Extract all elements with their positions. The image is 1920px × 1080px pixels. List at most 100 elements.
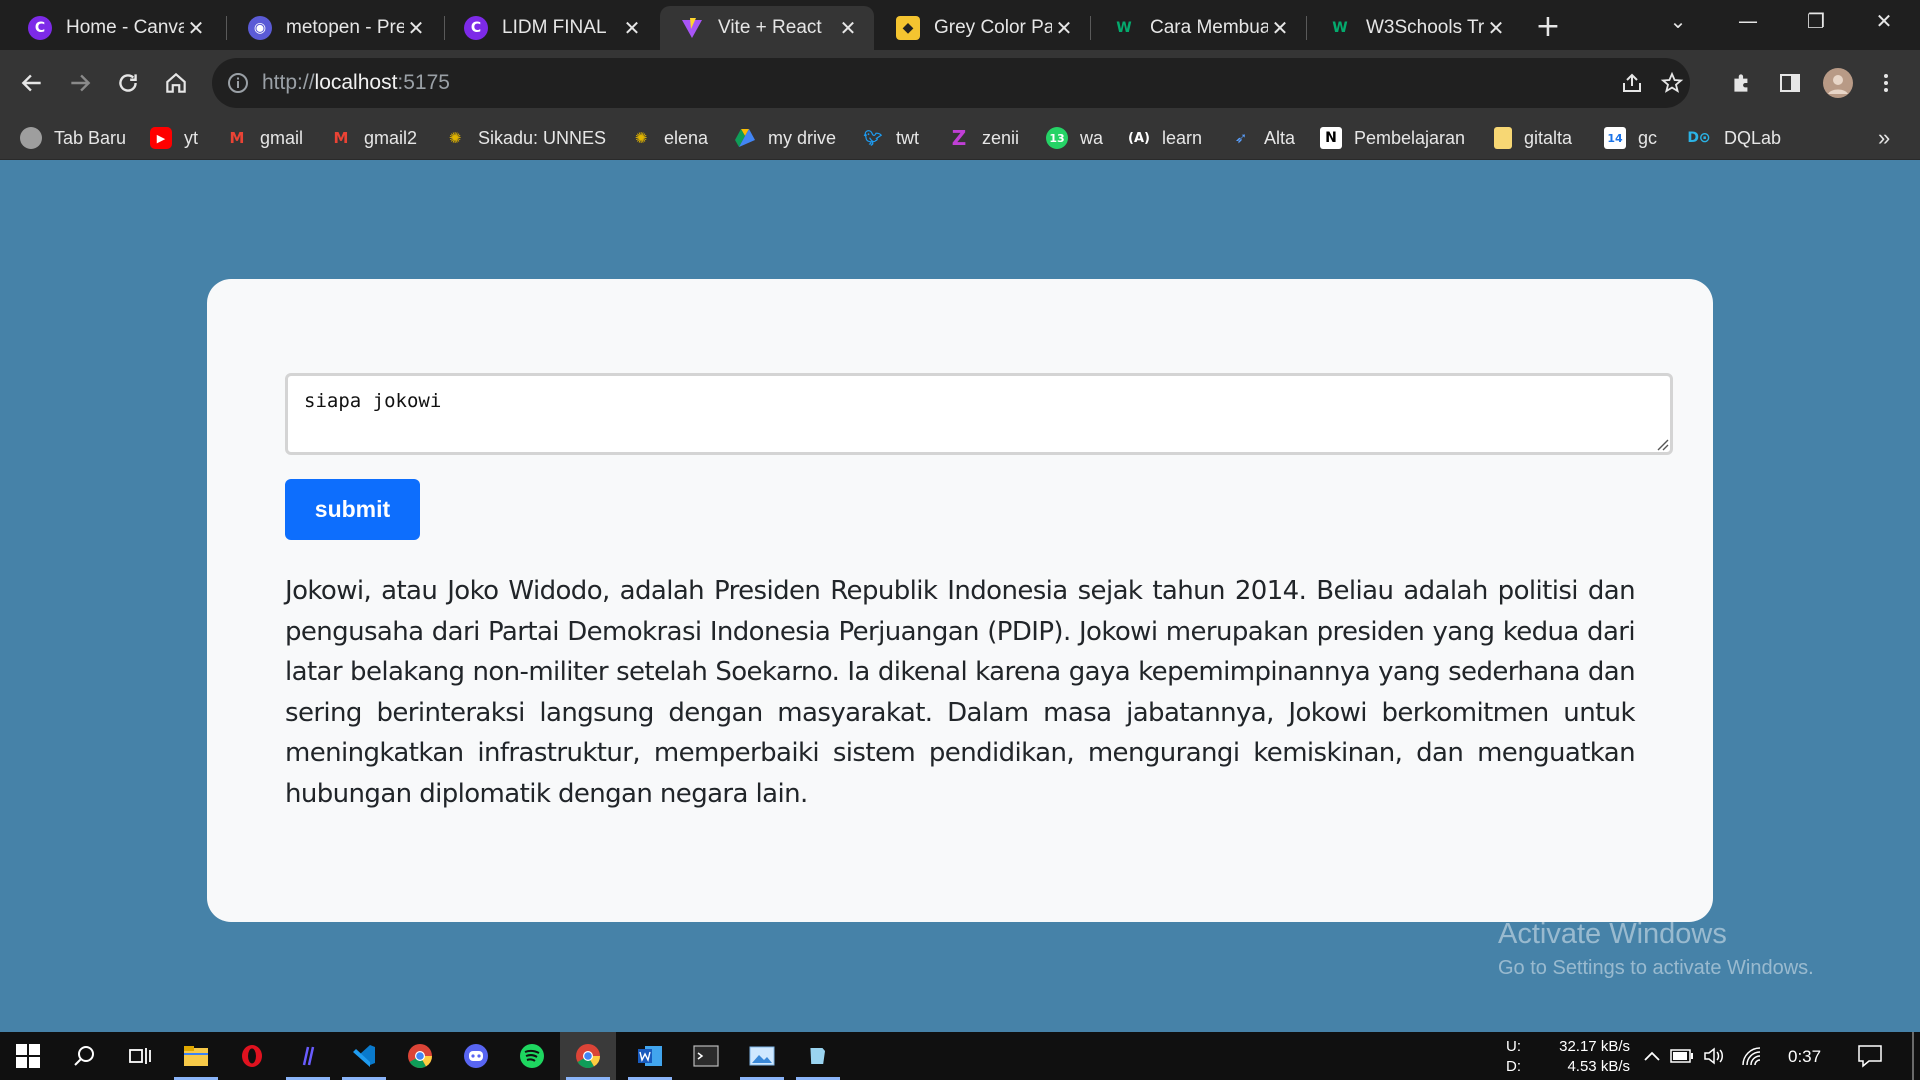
action-center-button[interactable] — [1844, 1032, 1896, 1080]
search-button[interactable] — [56, 1032, 112, 1080]
restore-button[interactable]: ❐ — [1782, 0, 1850, 44]
canva-icon: C — [464, 16, 488, 40]
clock[interactable]: 0:37 — [1788, 1047, 1821, 1067]
tab-grey-color-palette[interactable]: ◆ Grey Color Pal ✕ — [876, 6, 1090, 50]
close-window-button[interactable]: ✕ — [1850, 0, 1918, 44]
bookmark-label: gc — [1638, 127, 1658, 148]
tab-title: Home - Canva — [66, 17, 184, 38]
photos-taskbar[interactable] — [734, 1032, 790, 1080]
tab-cara-membuat[interactable]: W Cara Membua ✕ — [1092, 6, 1306, 50]
puzzle-icon — [1734, 74, 1748, 92]
bookmark-zenii[interactable]: Zzenii — [948, 124, 1019, 152]
taskbar: U: D: 32.17 kB/s 4.53 kB/s 0:37 — [0, 1032, 1920, 1080]
task-view-button[interactable] — [112, 1032, 168, 1080]
close-icon[interactable]: ✕ — [1268, 16, 1292, 40]
url-text: http://localhost:5175 — [262, 71, 450, 95]
net-upload-speed: 32.17 kB/s — [1559, 1038, 1630, 1055]
address-bar[interactable]: http://localhost:5175 — [212, 58, 1690, 108]
bookmark-yt[interactable]: ▶ yt — [150, 124, 198, 152]
tab-vite-react[interactable]: Vite + React ✕ — [660, 6, 874, 50]
twitter-icon: 🐦︎ — [863, 129, 883, 147]
code-editor-taskbar[interactable] — [280, 1032, 336, 1080]
bookmark-label: Pembelajaran — [1354, 127, 1466, 148]
bookmark-label: gmail — [260, 127, 304, 148]
discord-taskbar[interactable] — [448, 1032, 504, 1080]
tab-search-chevron-icon[interactable]: ⌄ — [1644, 0, 1712, 44]
bookmark-sikadu[interactable]: ✺ Sikadu: UNNES — [444, 124, 606, 152]
show-desktop-button[interactable] — [1912, 1032, 1914, 1080]
new-tab-button[interactable]: + — [1530, 10, 1566, 46]
bookmark-elena[interactable]: ✺ elena — [630, 124, 708, 152]
opera-taskbar[interactable] — [224, 1032, 280, 1080]
youtube-icon: ▶ — [150, 127, 172, 149]
terminal-taskbar[interactable] — [678, 1032, 734, 1080]
tab-separator — [1306, 16, 1307, 40]
close-icon[interactable]: ✕ — [184, 16, 208, 40]
forward-button[interactable] — [60, 63, 100, 103]
profile-avatar[interactable] — [1818, 63, 1858, 103]
reload-button[interactable] — [108, 63, 148, 103]
share-button[interactable] — [1612, 63, 1652, 103]
start-button[interactable] — [0, 1032, 56, 1080]
tab-title: metopen - Pre — [286, 17, 404, 38]
home-button[interactable] — [156, 63, 196, 103]
bookmark-gmail2[interactable]: Mgmail2 — [330, 124, 418, 152]
close-icon[interactable]: ✕ — [404, 16, 428, 40]
bookmarks-overflow-button[interactable]: » — [1878, 124, 1890, 152]
word-taskbar[interactable] — [622, 1032, 678, 1080]
share-icon — [1623, 73, 1641, 92]
question-input[interactable] — [285, 373, 1673, 455]
tab-home-canva[interactable]: C Home - Canva ✕ — [8, 6, 222, 50]
gmail-icon: M — [333, 129, 349, 147]
volume-button[interactable] — [1698, 1032, 1730, 1080]
bookmark-label: gitalta — [1524, 127, 1573, 148]
bookmark-tab-baru[interactable]: Tab Baru — [20, 124, 126, 152]
minimize-button[interactable]: — — [1714, 0, 1782, 44]
show-hidden-icons-button[interactable] — [1638, 1032, 1666, 1080]
tab-title: Vite + React — [718, 17, 822, 38]
bookmark-pembelajaran[interactable]: N Pembelajaran — [1320, 124, 1465, 152]
tab-lidm-final[interactable]: C LIDM FINAL ✕ — [444, 6, 658, 50]
dqlab-icon: D⊙ — [1687, 130, 1711, 146]
vscode-taskbar[interactable] — [336, 1032, 392, 1080]
tab-w3schools-try[interactable]: W W3Schools Try ✕ — [1308, 6, 1522, 50]
wifi-button[interactable] — [1732, 1032, 1772, 1080]
bookmark-gmail[interactable]: Mgmail — [226, 124, 303, 152]
bookmark-gc[interactable]: 14 gc — [1604, 124, 1657, 152]
bookmark-label: gmail2 — [364, 127, 418, 148]
close-icon[interactable]: ✕ — [1052, 16, 1076, 40]
close-icon[interactable]: ✕ — [620, 16, 644, 40]
battery-button[interactable] — [1666, 1032, 1698, 1080]
palette-icon: ◆ — [896, 16, 920, 40]
tab-metopen[interactable]: ◉ metopen - Pre ✕ — [228, 6, 442, 50]
bookmark-star-button[interactable] — [1652, 63, 1692, 103]
bookmark-gitalta[interactable]: gitalta — [1494, 124, 1572, 152]
extensions-button[interactable] — [1722, 63, 1762, 103]
file-explorer-taskbar[interactable] — [168, 1032, 224, 1080]
chevron-up-icon — [1644, 1051, 1660, 1061]
kebab-menu-icon — [1884, 74, 1888, 92]
close-icon[interactable]: ✕ — [1484, 16, 1508, 40]
canva-icon: C — [28, 16, 52, 40]
bookmark-wa[interactable]: 13 wa — [1046, 124, 1103, 152]
close-icon[interactable]: ✕ — [836, 16, 860, 40]
resize-handle-icon[interactable] — [1655, 437, 1669, 451]
info-icon[interactable] — [226, 71, 250, 95]
bookmark-label: Tab Baru — [54, 127, 127, 148]
zenius-icon: Z — [951, 126, 967, 150]
bookmark-twt[interactable]: 🐦︎ twt — [862, 124, 919, 152]
bookmark-my-drive[interactable]: my drive — [734, 124, 836, 152]
side-panel-button[interactable] — [1770, 63, 1810, 103]
paint-taskbar[interactable] — [790, 1032, 846, 1080]
bookmark-label: DQLab — [1724, 127, 1782, 148]
spotify-taskbar[interactable] — [504, 1032, 560, 1080]
bookmark-learn[interactable]: (A) learn — [1128, 124, 1202, 152]
back-button[interactable] — [12, 63, 52, 103]
browser-menu-button[interactable] — [1866, 63, 1906, 103]
bookmark-alta[interactable]: ➶ Alta — [1230, 124, 1295, 152]
chrome-taskbar[interactable] — [392, 1032, 448, 1080]
bookmark-dqlab[interactable]: D⊙ DQLab — [1686, 124, 1781, 152]
chrome-active-taskbar[interactable] — [560, 1032, 616, 1080]
slash-app-icon — [302, 1046, 315, 1066]
submit-button[interactable]: submit — [285, 479, 420, 540]
